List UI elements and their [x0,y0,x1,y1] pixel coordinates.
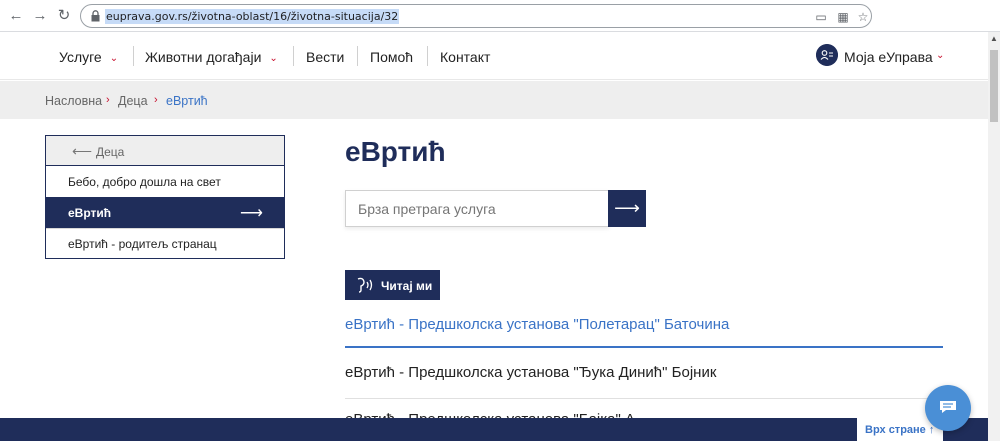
nav-item-life-events[interactable]: Животни догађаји ⌄ [145,49,278,65]
nav-divider [357,46,358,66]
chevron-right-icon: › [154,94,158,106]
sidebar-item-label: еВртић [68,206,112,220]
star-icon[interactable]: ☆ [855,9,871,25]
breadcrumb-children[interactable]: Деца [118,94,148,108]
forward-icon[interactable]: → [30,6,50,26]
chevron-down-icon: ⌄ [269,53,278,64]
chevron-right-icon: › [106,94,110,106]
chevron-down-icon: ⌄ [109,53,119,64]
chevron-down-icon: ⌄ [936,50,945,61]
nav-divider [293,46,294,66]
address-bar[interactable]: euprava.gov.rs/životna-oblast/16/životna… [80,4,872,28]
lock-icon [91,10,100,22]
scrollbar-thumb[interactable] [990,50,998,122]
page-title: еВртић [345,136,446,167]
sidebar-back-label: Деца [96,145,125,159]
speaker-icon [357,277,373,293]
chat-button[interactable] [925,385,971,431]
service-link[interactable]: еВртић - Предшколска установа "Полетарац… [345,316,729,333]
nav-item-services[interactable]: Услуге ⌄ [59,49,118,65]
back-icon[interactable]: ← [6,6,26,26]
read-aloud-label: Читај ми [381,279,433,293]
breadcrumb: Насловна › Деца › еВртић [0,81,988,119]
nav-item-label: Животни догађаји [145,49,262,65]
user-icon [816,44,838,66]
divider [345,346,943,348]
arrow-right-icon: ⟶ [240,205,263,222]
nav-item-label: Услуге [59,49,102,65]
divider [345,398,943,399]
back-to-top-label: Врх стране ↑ [865,424,935,436]
arrow-right-icon: ⟶ [614,198,640,218]
cast-icon[interactable]: ▭ [813,9,829,25]
sidebar-item-evrtic-foreign-parent[interactable]: еВртић - родитељ странац [46,228,284,259]
qr-code-icon[interactable]: ▦ [835,9,851,25]
arrow-left-icon: ⟵ [72,143,93,159]
service-link[interactable]: еВртић - Предшколска установа "Ђука Дини… [345,364,716,381]
nav-item-help[interactable]: Помоћ [370,49,413,65]
browser-toolbar: ← → ↻ euprava.gov.rs/životna-oblast/16/ž… [0,0,1000,32]
nav-item-contact[interactable]: Контакт [440,49,490,65]
sidebar-back[interactable]: ⟵ Деца [46,136,284,166]
breadcrumb-current: еВртић [166,94,208,108]
sidebar-item-welcome-baby[interactable]: Бебо, добро дошла на свет [46,166,284,197]
nav-item-news[interactable]: Вести [306,49,344,65]
nav-divider [427,46,428,66]
nav-divider [133,46,134,66]
sidebar-item-evrtic[interactable]: еВртић ⟶ [46,197,284,228]
sidebar-item-label: Бебо, добро дошла на свет [68,175,221,189]
site-header: Услуге ⌄ Животни догађаји ⌄ Вести Помоћ Ко… [0,32,988,80]
page-scrollbar[interactable]: ▲ [988,32,1000,441]
chat-icon [940,401,956,413]
sidebar-item-label: еВртић - родитељ странац [68,237,217,251]
account-label: Моја еУправа [844,49,933,65]
search-button[interactable]: ⟶ [608,190,646,227]
scroll-up-icon[interactable]: ▲ [990,34,998,43]
reload-icon[interactable]: ↻ [54,6,74,26]
search-input[interactable] [345,190,609,227]
footer-band [0,418,988,441]
read-aloud-button[interactable]: Читај ми [345,270,440,300]
sidebar: ⟵ Деца Бебо, добро дошла на свет еВртић … [45,135,285,259]
address-url[interactable]: euprava.gov.rs/životna-oblast/16/životna… [105,9,400,24]
breadcrumb-home[interactable]: Насловна [45,94,102,108]
